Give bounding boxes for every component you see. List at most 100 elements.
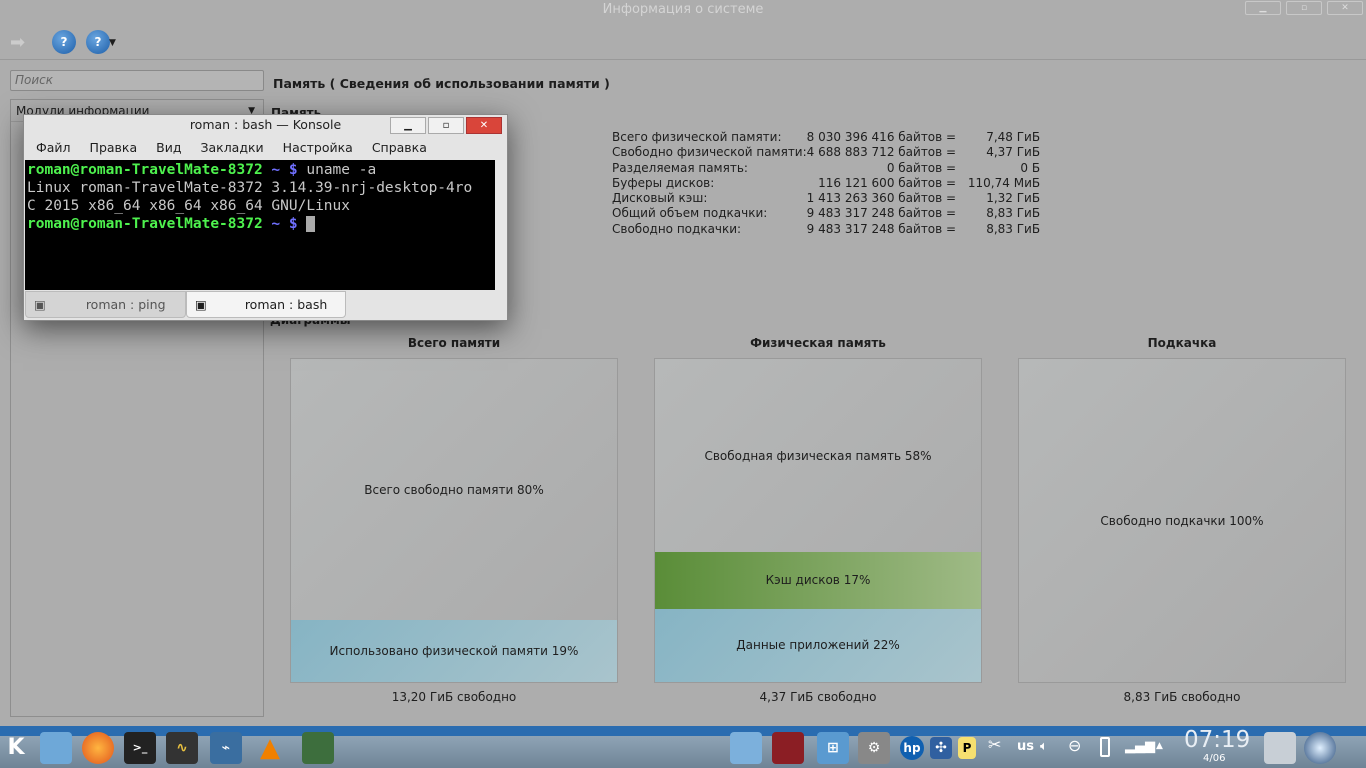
close-button[interactable]: ✕ [1327,1,1363,15]
kde-menu-icon[interactable]: K [3,732,29,764]
memory-row: Разделяемая память: 0 байтов = 0 Б [612,161,1040,176]
page-title: Память ( Сведения об использовании памят… [273,76,610,91]
back-arrow-icon[interactable]: ➡ [10,32,25,53]
menu-settings[interactable]: Настройка [283,137,353,159]
cursor [306,216,316,232]
window-title: Информация о системе [602,2,764,17]
package-manager-icon[interactable] [772,732,804,764]
help-menu-button[interactable]: ? [86,30,110,54]
memory-value: 1,32 ГиБ [986,191,1041,206]
taskbar: K >_ ∿ ⌁ ▲ ⊞ ⚙ hp ✣ P ✂ us 🔈︎ ⊖ ▂▄▆ ▲ 07… [0,726,1366,768]
memory-bytes: 9 483 317 248 байтов = [806,206,957,221]
trash-icon[interactable] [1264,732,1296,764]
prompt-symbol: ~ $ [262,216,307,232]
memory-label: Всего физической памяти: [612,130,782,144]
search-input[interactable]: Поиск [10,70,264,91]
memory-chart: Свободно подкачки 100% [1018,358,1346,683]
keyboard-layout[interactable]: us [1017,739,1034,754]
tab-label: roman : bash [244,297,328,312]
hp-icon[interactable]: hp [900,736,924,760]
memory-bytes: 8 030 396 416 байтов = [806,130,957,144]
minimize-button[interactable]: ▁ [1245,1,1281,15]
segment-label: Свободно подкачки 100% [1100,513,1264,528]
menu-file[interactable]: Файл [36,137,71,159]
chart-segment: Данные приложений 22% [655,608,981,682]
chart-title: Физическая память [750,336,886,350]
memory-chart: Данные приложений 22% Кэш дисков 17% Свобо… [654,358,982,683]
terminal-output[interactable]: roman@roman-TravelMate-8372 ~ $ uname -a… [25,160,495,290]
prompt: roman@roman-TravelMate-8372 [27,162,263,178]
network-signal-icon[interactable]: ▂▄▆ [1125,739,1155,754]
konsole-window[interactable]: roman : bash — Konsole ▁ ▫ ✕ Файл Правка… [23,114,508,321]
chart-footer: 8,83 ГиБ свободно [1123,690,1241,704]
windows-icon[interactable]: ⊞ [817,732,849,764]
menu-view[interactable]: Вид [156,137,181,159]
memory-value: 8,83 ГиБ [986,221,1041,236]
memory-row: Свободно физической памяти: 4 688 883 712… [612,145,1040,160]
segment-label: Кэш дисков 17% [765,573,871,588]
memory-bytes: 4 688 883 712 байтов = [806,145,957,160]
droplet-icon[interactable] [1304,732,1336,764]
memory-bytes: 1 413 263 360 байтов = [806,191,957,206]
segment-label: Использовано физической памяти 19% [329,644,579,658]
memory-label: Разделяемая память: [612,160,748,175]
ksysguard-icon[interactable]: ⌁ [210,732,242,764]
konsole-maximize-button[interactable]: ▫ [428,117,464,134]
command: uname -a [306,162,377,178]
chart-title: Подкачка [1147,336,1217,350]
memory-bytes: 0 байтов = [886,160,957,175]
prompt: roman@roman-TravelMate-8372 [27,216,263,232]
segment-label: Свободная физическая память 58% [704,448,932,463]
volume-icon[interactable]: 🔈︎ [1040,739,1048,754]
battery-icon[interactable] [1100,737,1110,757]
output-line: C 2015 x86_64 x86_64 x86_64 GNU/Linux [27,198,351,214]
terminal-scrollbar[interactable] [495,160,507,290]
konsole-menubar: Файл Правка Вид Закладки Настройка Справ… [24,137,507,159]
memory-value: 8,83 ГиБ [986,206,1041,221]
memory-value: 7,48 ГиБ [986,130,1041,144]
memory-bytes: 9 483 317 248 байтов = [806,221,957,236]
plugin-icon[interactable]: ✣ [930,737,952,759]
chevron-down-icon[interactable]: ▼ [109,38,116,48]
terminal-icon: ▣ [34,297,46,312]
menu-bookmarks[interactable]: Закладки [200,137,263,159]
clipboard-icon[interactable]: P [958,737,976,759]
memory-label: Свободно физической памяти: [612,145,807,160]
system-monitor-icon[interactable]: ∿ [166,732,198,764]
usb-icon[interactable]: ⊖ [1068,736,1081,755]
prompt-symbol: ~ $ [262,162,307,178]
memory-label: Дисковый кэш: [612,191,708,206]
memory-row: Дисковый кэш: 1 413 263 360 байтов = 1,32 … [612,191,1040,206]
firefox-icon[interactable] [82,732,114,764]
maximize-button[interactable]: ▫ [1286,1,1322,15]
konsole-close-button[interactable]: ✕ [466,117,502,134]
scissors-icon[interactable]: ✂ [988,735,1001,754]
konsole-minimize-button[interactable]: ▁ [390,117,426,134]
downloads-icon[interactable] [730,732,762,764]
date: 4/06 [1203,753,1226,764]
memory-label: Свободно подкачки: [612,221,742,236]
memory-value: 4,37 ГиБ [986,145,1041,160]
memory-table: Всего физической памяти: 8 030 396 416 ба… [612,130,1040,237]
tab-bash[interactable]: ▣ roman : bash [186,291,346,318]
memory-chart: Использовано физической памяти 19% Всего … [290,358,618,683]
memory-row: Свободно подкачки: 9 483 317 248 байтов =… [612,222,1040,237]
expand-tray-icon[interactable]: ▲ [1156,741,1163,751]
settings-gear-icon[interactable]: ⚙ [858,732,890,764]
chart-title: Всего памяти [407,336,501,350]
vlc-icon[interactable]: ▲ [254,732,286,764]
memory-row: Буферы дисков: 116 121 600 байтов = 110,74… [612,176,1040,191]
memory-label: Буферы дисков: [612,175,715,190]
terminal-icon: ▣ [195,297,207,312]
menu-edit[interactable]: Правка [90,137,138,159]
hardware-info-icon[interactable] [302,732,334,764]
clock[interactable]: 07:19 [1184,727,1250,753]
tab-ping[interactable]: ▣ roman : ping [25,291,186,318]
file-manager-icon[interactable] [40,732,72,764]
memory-label: Общий объем подкачки: [612,206,768,221]
menu-help[interactable]: Справка [372,137,427,159]
tab-label: roman : ping [85,297,166,312]
help-button[interactable]: ? [52,30,76,54]
chart-footer: 13,20 ГиБ свободно [391,690,517,704]
terminal-icon[interactable]: >_ [124,732,156,764]
